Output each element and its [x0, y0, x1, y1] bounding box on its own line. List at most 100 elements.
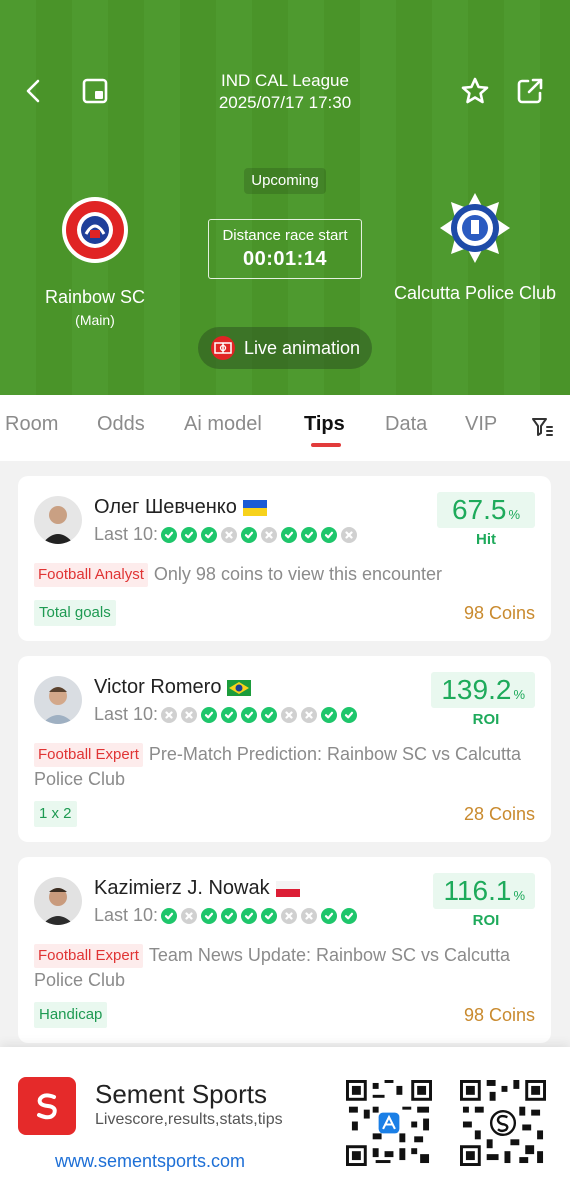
loss-x-icon	[301, 907, 318, 924]
tab-vip[interactable]: VIP	[465, 413, 497, 436]
app-store-qr-code[interactable]	[346, 1080, 432, 1166]
win-check-icon	[201, 526, 218, 543]
tip-description: Football Analyst Only 98 coins to view th…	[34, 562, 534, 587]
win-check-icon	[181, 526, 198, 543]
app-promo-banner[interactable]: Sement Sports Livescore,results,stats,ti…	[0, 1047, 570, 1200]
tip-description: Football Expert Team News Update: Rainbow…	[34, 943, 534, 992]
brazil-flag-icon	[227, 679, 252, 696]
win-check-icon	[321, 526, 338, 543]
price-label[interactable]: 28 Coins	[464, 804, 535, 825]
home-team-tag: (Main)	[75, 312, 115, 328]
app-logo	[18, 1077, 76, 1135]
last10-record: Last 10:	[94, 905, 361, 926]
win-check-icon	[321, 706, 338, 723]
last10-label: Last 10:	[94, 524, 159, 544]
tip-card[interactable]: Олег Шевченко Last 10: 67.5 % Hit Footba…	[18, 476, 551, 641]
google-play-qr-code[interactable]	[460, 1080, 546, 1166]
tipster-role-badge: Football Expert	[34, 743, 143, 767]
match-header: IND CAL League 2025/07/17 17:30 Upcoming…	[0, 0, 570, 395]
market-tag: 1 x 2	[34, 801, 77, 827]
match-status-badge: Upcoming	[244, 168, 326, 194]
tipster-name: Олег Шевченко	[94, 496, 237, 518]
tips-list: Олег Шевченко Last 10: 67.5 % Hit Footba…	[0, 461, 570, 1061]
loss-x-icon	[221, 526, 238, 543]
stat-value: 139.2	[441, 674, 512, 705]
countdown-value: 00:01:14	[242, 248, 328, 270]
tipster-name: Victor Romero	[94, 676, 222, 698]
loss-x-icon	[161, 706, 178, 723]
home-team[interactable]: Rainbow SC (Main)	[35, 196, 155, 328]
tipster-role-badge: Football Expert	[34, 944, 143, 968]
ukraine-flag-icon	[242, 499, 267, 516]
countdown-box: Distance race start 00:01:14	[208, 219, 362, 279]
tab-tips[interactable]: Tips	[304, 413, 345, 436]
win-check-icon	[241, 526, 258, 543]
app-url-link[interactable]: www.sementsports.com	[55, 1151, 245, 1172]
tab-ai-model[interactable]: Ai model	[184, 413, 262, 436]
app-tagline: Livescore,results,stats,tips	[95, 1111, 283, 1128]
loss-x-icon	[281, 706, 298, 723]
tipster-avatar	[34, 676, 82, 724]
tipster-avatar	[34, 496, 82, 544]
stat-value-box: 139.2 %	[431, 672, 535, 708]
filter-icon[interactable]	[522, 407, 562, 447]
win-check-icon	[161, 526, 178, 543]
away-team[interactable]: Calcutta Police Club	[385, 193, 565, 304]
win-check-icon	[221, 706, 238, 723]
market-tag: Handicap	[34, 1002, 108, 1028]
tip-card[interactable]: Victor Romero Last 10: 139.2 % ROI Footb…	[18, 656, 551, 842]
stat-value-box: 67.5 %	[437, 492, 535, 528]
win-check-icon	[341, 907, 358, 924]
active-tab-indicator	[311, 443, 341, 447]
win-check-icon	[321, 907, 338, 924]
tab-odds[interactable]: Odds	[97, 413, 145, 436]
home-team-name: Rainbow SC	[44, 287, 146, 307]
stat-label: ROI	[472, 711, 500, 728]
loss-x-icon	[181, 907, 198, 924]
last10-record: Last 10:	[94, 704, 361, 725]
app-name: Sement Sports	[95, 1079, 267, 1109]
win-check-icon	[241, 706, 258, 723]
price-label[interactable]: 98 Coins	[464, 1005, 535, 1026]
win-check-icon	[301, 526, 318, 543]
tab-room[interactable]: Room	[5, 413, 58, 436]
loss-x-icon	[281, 907, 298, 924]
live-animation-button[interactable]: Live animation	[198, 327, 372, 369]
stat-value: 67.5	[451, 494, 507, 525]
live-animation-label: Live animation	[243, 337, 361, 358]
win-check-icon	[161, 907, 178, 924]
win-check-icon	[341, 706, 358, 723]
home-team-logo	[62, 197, 128, 263]
loss-x-icon	[261, 526, 278, 543]
tipster-name: Kazimierz J. Nowak	[94, 877, 270, 899]
stat-unit: %	[513, 888, 525, 903]
win-check-icon	[281, 526, 298, 543]
tab-data[interactable]: Data	[385, 413, 427, 436]
away-team-logo	[440, 193, 510, 263]
market-tag: Total goals	[34, 600, 116, 626]
stat-unit: %	[508, 507, 521, 522]
last10-label: Last 10:	[94, 704, 159, 724]
tip-card[interactable]: Kazimierz J. Nowak Last 10: 116.1 % ROI …	[18, 857, 551, 1043]
stat-unit: %	[513, 687, 525, 702]
tip-description: Football Expert Pre-Match Prediction: Rai…	[34, 742, 534, 791]
win-check-icon	[201, 706, 218, 723]
price-label[interactable]: 98 Coins	[464, 603, 535, 624]
away-team-name: Calcutta Police Club	[393, 283, 557, 303]
tip-text: Only 98 coins to view this encounter	[153, 564, 443, 584]
share-icon[interactable]	[510, 71, 550, 111]
last10-label: Last 10:	[94, 905, 159, 925]
tab-bar: Room Odds Ai model Tips Data VIP	[0, 395, 570, 461]
loss-x-icon	[181, 706, 198, 723]
win-check-icon	[261, 706, 278, 723]
star-icon[interactable]	[455, 71, 495, 111]
win-check-icon	[241, 907, 258, 924]
stat-label: Hit	[476, 531, 496, 548]
stat-value-box: 116.1 %	[433, 873, 535, 909]
pitch-icon	[210, 336, 235, 360]
win-check-icon	[261, 907, 278, 924]
win-check-icon	[201, 907, 218, 924]
poland-flag-icon	[275, 880, 300, 897]
tipster-avatar	[34, 877, 82, 925]
stat-label: ROI	[472, 912, 500, 929]
